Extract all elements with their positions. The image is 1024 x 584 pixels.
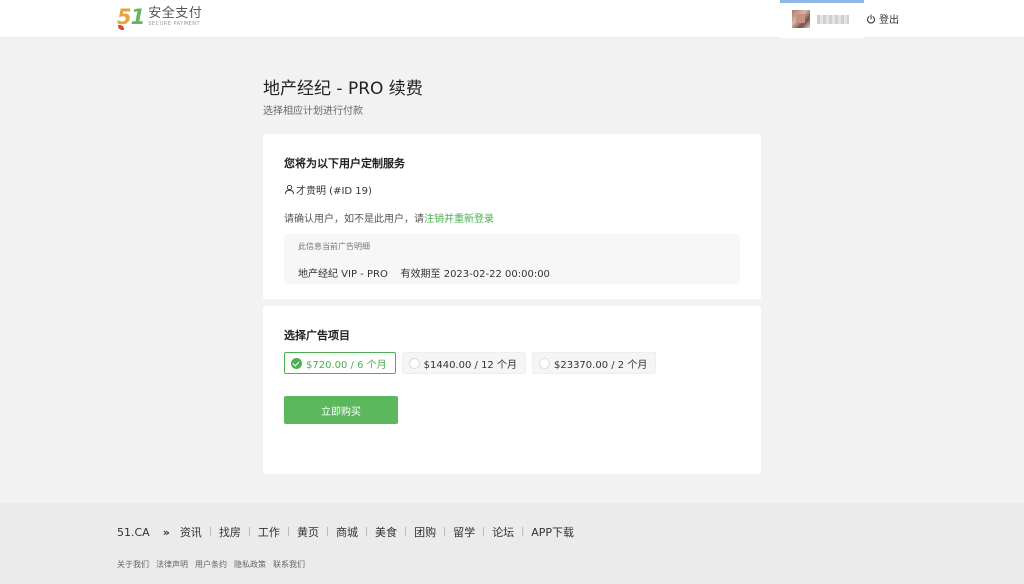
footer-link-privacy[interactable]: 隐私政策 [234, 559, 266, 570]
footer-nav-food[interactable]: 美食 [375, 524, 397, 540]
plan-option-6-months[interactable]: $720.00 / 6 个月 [284, 352, 396, 374]
plan-select-card: 选择广告项目 $720.00 / 6 个月 $1440.00 / 12 个月 $… [263, 306, 761, 474]
plan-card-title: 选择广告项目 [284, 329, 350, 342]
footer: 51.CA » 资讯 | 找房 | 工作 | 黄页 | 商城 | 美食 | 团购… [0, 503, 1024, 584]
plan-label: $23370.00 / 2 个月 [553, 359, 648, 371]
confirm-user-text: 请确认用户，如不是此用户，请注销并重新登录 [284, 210, 494, 225]
footer-nav: 51.CA » 资讯 | 找房 | 工作 | 黄页 | 商城 | 美食 | 团购… [117, 524, 574, 540]
user-row: 才贵明 (#ID 19) [284, 182, 372, 197]
footer-nav-jobs[interactable]: 工作 [258, 524, 280, 540]
nav-separator: | [443, 527, 447, 537]
nav-separator: | [404, 527, 408, 537]
logout-relogin-link[interactable]: 注销并重新登录 [424, 214, 494, 225]
buy-now-button[interactable]: 立即购买 [284, 396, 398, 424]
user-name-blurred [817, 15, 849, 24]
user-name: 才贵明 (#ID 19) [296, 186, 372, 197]
radio-circle-icon [408, 357, 420, 369]
raquo-separator: » [162, 525, 170, 539]
nav-separator: | [365, 527, 369, 537]
plan-option-12-months[interactable]: $1440.00 / 12 个月 [401, 352, 526, 374]
current-ad-details: 此信息当前广告明细 地产经纪 VIP - PRO 有效期至 2023-02-22… [284, 234, 740, 284]
logout-label: 登出 [879, 15, 899, 26]
footer-nav-housing[interactable]: 找房 [219, 524, 241, 540]
power-icon [867, 13, 875, 24]
radio-circle-icon [538, 357, 550, 369]
footer-brand-link[interactable]: 51.CA [117, 526, 150, 539]
plan-option-2-months[interactable]: $23370.00 / 2 个月 [531, 352, 657, 374]
plan-label: $1440.00 / 12 个月 [423, 359, 517, 371]
plan-options: $720.00 / 6 个月 $1440.00 / 12 个月 $23370.0… [284, 352, 657, 374]
footer-nav-news[interactable]: 资讯 [180, 524, 202, 540]
footer-nav-groupbuy[interactable]: 团购 [414, 524, 436, 540]
footer-nav-mall[interactable]: 商城 [336, 524, 358, 540]
footer-nav-study-abroad[interactable]: 留学 [453, 524, 475, 540]
footer-link-legal[interactable]: 法律声明 [156, 559, 188, 570]
footer-links: 关于我们 法律声明 用户条约 隐私政策 联系我们 [117, 559, 305, 570]
nav-separator: | [286, 527, 290, 537]
avatar [792, 10, 810, 28]
nav-separator: | [482, 527, 486, 537]
footer-nav-forum[interactable]: 论坛 [492, 524, 514, 540]
nav-separator: | [208, 527, 212, 537]
details-value: 地产经纪 VIP - PRO 有效期至 2023-02-22 00:00:00 [298, 269, 550, 280]
user-profile[interactable] [780, 0, 864, 38]
page-subtitle: 选择相应计划进行付款 [263, 106, 363, 117]
logo-title: 安全支付 [148, 6, 203, 21]
plan-label: $720.00 / 6 个月 [306, 359, 387, 371]
footer-link-terms[interactable]: 用户条约 [195, 559, 227, 570]
page-title: 地产经纪 - PRO 续费 [263, 79, 423, 99]
user-icon [284, 184, 295, 195]
nav-separator: | [325, 527, 329, 537]
footer-link-contact[interactable]: 联系我们 [273, 559, 305, 570]
nav-separator: | [521, 527, 525, 537]
confirm-prefix: 请确认用户，如不是此用户，请 [284, 214, 424, 225]
user-card-title: 您将为以下用户定制服务 [284, 157, 405, 170]
details-label: 此信息当前广告明细 [298, 242, 370, 251]
user-info-card: 您将为以下用户定制服务 才贵明 (#ID 19) 请确认用户，如不是此用户，请注… [263, 134, 761, 299]
check-circle-icon [291, 357, 302, 369]
logo-subtitle: SECURE PAYMENT [148, 21, 201, 27]
maple-leaf-icon [118, 25, 124, 30]
footer-nav-yellowpages[interactable]: 黄页 [297, 524, 319, 540]
nav-separator: | [247, 527, 251, 537]
logout-button[interactable]: 登出 [866, 11, 899, 26]
footer-link-about[interactable]: 关于我们 [117, 559, 149, 570]
logo[interactable]: 51 安全支付 SECURE PAYMENT [117, 6, 203, 30]
footer-nav-app-download[interactable]: APP下载 [531, 524, 574, 540]
